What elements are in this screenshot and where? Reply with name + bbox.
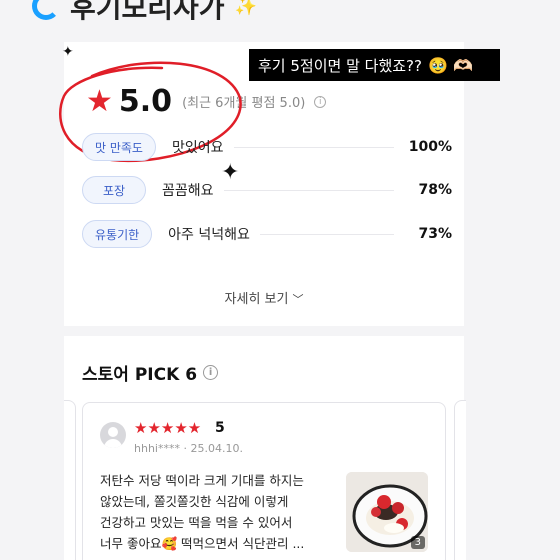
- info-icon[interactable]: i: [203, 365, 219, 380]
- next-review-card[interactable]: [454, 400, 466, 560]
- criteria-tag: 맛 만족도: [82, 133, 156, 161]
- criteria-tag: 포장: [82, 176, 146, 204]
- criteria-row: 유통기한 아주 넉넉해요 73%: [82, 220, 452, 248]
- review-line: 않았는데, 쫄깃쫄깃한 식감에 이렇게: [100, 494, 289, 509]
- info-icon[interactable]: i: [314, 95, 327, 108]
- criteria-tag: 유통기한: [82, 220, 153, 248]
- brand-logo-icon: [32, 0, 60, 20]
- criteria-text: 아주 넉넉해요: [168, 227, 250, 243]
- criteria-bar: [259, 233, 394, 235]
- prev-review-card[interactable]: [64, 400, 76, 560]
- criteria-percent: 100%: [408, 139, 452, 155]
- see-more-label: 자세히 보기: [224, 292, 289, 307]
- sparkle-icon: ✨: [234, 0, 257, 17]
- criteria-text: 꼼꼼해요: [162, 183, 214, 199]
- review-date: 25.04.10.: [190, 442, 243, 455]
- criteria-percent: 78%: [418, 182, 452, 198]
- see-more-link[interactable]: 자세히 보기 ﹀: [64, 288, 464, 307]
- review-user: hhhi****: [134, 442, 180, 455]
- criteria-bar: [223, 189, 394, 191]
- sticker-text: 후기 5점이면 말 다했죠??: [258, 56, 422, 75]
- sparkle-diamond-icon: ✦: [62, 44, 74, 60]
- header-title: 후기모리자가: [70, 0, 225, 24]
- review-line: 건강하고 맛있는 떡을 먹을 수 있어서: [100, 515, 293, 530]
- review-text: 저탄수 저당 떡이라 크게 기대를 하지는 않았는데, 쫄깃쫄깃한 식감에 이렇…: [100, 470, 340, 554]
- review-rating: 5: [215, 420, 225, 436]
- criteria-row: 맛 만족도 맛있어요 100%: [82, 133, 452, 161]
- page-header: 후기모리자가 ✨: [32, 0, 257, 26]
- chevron-down-icon: ﹀: [292, 293, 304, 306]
- avatar: [100, 422, 126, 448]
- criteria-bar: [233, 146, 394, 148]
- caption-sticker: 후기 5점이면 말 다했죠?? 🥹 🫶🏻: [249, 49, 500, 81]
- criteria-percent: 73%: [418, 226, 452, 242]
- review-photo[interactable]: 3: [346, 472, 428, 552]
- review-line: 저탄수 저당 떡이라 크게 기대를 하지는: [100, 473, 304, 488]
- photo-count: 3: [410, 536, 425, 549]
- sticker-emoji: 🥹 🫶🏻: [427, 55, 473, 75]
- criteria-row: 포장 꼼꼼해요 78%: [82, 176, 452, 204]
- review-meta: hhhi**** · 25.04.10.: [134, 442, 243, 455]
- criteria-text: 맛있어요: [171, 140, 224, 156]
- pick-title-text: 스토어 PICK 6: [82, 365, 198, 385]
- review-line: 너무 좋아요🥰 떡먹으면서 식단관리 ...: [100, 536, 305, 551]
- section-title: 스토어 PICK 6 i: [82, 360, 219, 385]
- review-stars: ★★★★★: [134, 419, 202, 437]
